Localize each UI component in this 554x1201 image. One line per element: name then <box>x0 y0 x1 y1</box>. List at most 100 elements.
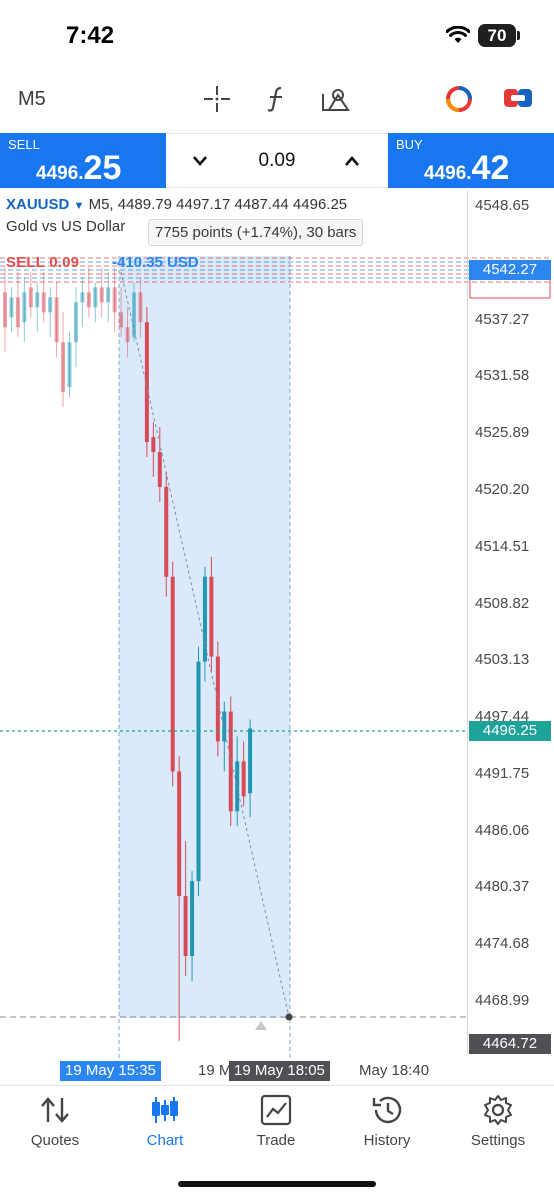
tab-quotes-label: Quotes <box>30 1132 80 1149</box>
tab-chart[interactable] <box>110 1094 220 1131</box>
candle-body <box>241 761 246 797</box>
candle-body <box>183 896 188 956</box>
sell-button[interactable]: SELL 4496.25 <box>0 133 166 188</box>
order-profit: -410.35 USD <box>112 254 199 271</box>
buy-price-major: 4496. <box>424 163 472 184</box>
ohlc-values: M5, 4489.79 4497.17 4487.44 4496.25 <box>88 196 348 213</box>
candle-body <box>209 576 214 657</box>
tab-quotes[interactable] <box>0 1094 110 1131</box>
battery-tip <box>517 31 520 40</box>
buy-label: BUY <box>396 137 423 152</box>
candle-body <box>164 486 169 577</box>
price-axis-tick: 4531.58 <box>475 367 530 385</box>
candle-body <box>138 292 143 323</box>
measure-tooltip: 7755 points (+1.74%), 30 bars <box>148 219 364 246</box>
price-axis-tick: 4514.51 <box>475 537 530 555</box>
battery-indicator: 70 <box>478 24 516 47</box>
crosshair-icon[interactable] <box>202 84 232 114</box>
price-axis-tick: 4537.27 <box>475 310 530 328</box>
sell-price-major: 4496. <box>36 163 84 184</box>
sell-price-minor: 25 <box>83 149 122 187</box>
home-indicator <box>178 1181 376 1187</box>
price-axis-tick: 4525.89 <box>475 424 530 442</box>
candle-body <box>28 287 33 308</box>
time-axis-label: 19 M <box>198 1062 232 1079</box>
candle-body <box>35 292 40 308</box>
candle-body <box>151 437 156 453</box>
candle-body <box>80 292 85 303</box>
status-time: 7:42 <box>66 22 115 49</box>
history-icon <box>372 1096 402 1124</box>
low-price-tag: 4464.72 <box>469 1034 551 1054</box>
candle-body <box>170 576 175 772</box>
candle-body <box>177 771 182 897</box>
time-axis-label: May 18:40 <box>359 1062 430 1079</box>
candle-body <box>48 297 53 313</box>
quotes-icon <box>41 1097 69 1123</box>
candle-body <box>196 661 201 882</box>
candle-body <box>86 292 91 308</box>
tab-chart-label: Chart <box>146 1132 184 1149</box>
symbol-description: Gold vs US Dollar <box>6 218 126 235</box>
price-axis-tick: 4480.37 <box>475 878 530 896</box>
chevron-up-icon[interactable] <box>344 154 360 168</box>
candle-body <box>73 302 78 343</box>
candle-body <box>157 452 162 487</box>
candle-body <box>41 292 46 313</box>
tab-history-label: History <box>363 1132 411 1149</box>
wifi-icon <box>446 26 470 43</box>
price-axis-tick: 4503.13 <box>475 651 530 669</box>
candle-body <box>106 287 111 303</box>
candle-body <box>215 656 220 742</box>
sell-price: 4496.25 <box>36 149 121 188</box>
measure-start-time: 19 May 15:35 <box>60 1061 161 1081</box>
candle-body <box>22 292 27 323</box>
timeframe-button[interactable]: M5 <box>18 88 46 111</box>
candle-body <box>235 761 240 812</box>
time-marker <box>255 1021 267 1030</box>
order-price-tag: 4542.27 <box>469 260 551 280</box>
price-chart[interactable] <box>0 190 554 1085</box>
measure-end-point <box>285 1013 293 1021</box>
candle-body <box>112 287 117 313</box>
candle-body <box>67 342 72 388</box>
price-axis-tick: 4474.68 <box>475 935 530 953</box>
buy-price: 4496.42 <box>424 149 509 188</box>
order-label[interactable]: SELL 0.09 <box>6 254 79 271</box>
candle-body <box>144 322 149 443</box>
buy-price-minor: 42 <box>471 149 510 187</box>
objects-icon[interactable] <box>320 84 352 114</box>
symbol-dropdown-icon[interactable]: ▼ <box>74 200 85 212</box>
candle-body <box>15 297 20 328</box>
candle-body <box>132 292 136 338</box>
tab-settings-label: Settings <box>470 1132 526 1149</box>
symbol-info: XAUUSD ▼ M5, 4489.79 4497.17 4487.44 449… <box>6 196 347 213</box>
candle-body <box>190 881 195 956</box>
price-axis-tick: 4520.20 <box>475 480 530 498</box>
signals-icon[interactable] <box>444 84 474 114</box>
tab-trade[interactable] <box>221 1094 331 1131</box>
candle-body <box>3 292 7 328</box>
gear-icon <box>484 1095 512 1125</box>
trade-icon <box>260 1094 292 1126</box>
symbol-name[interactable]: XAUUSD <box>6 196 69 213</box>
current-price-tag: 4496.25 <box>469 721 551 741</box>
candle-body <box>61 342 66 393</box>
chart-candles-icon <box>152 1097 178 1123</box>
price-axis-tick: 4548.65 <box>475 197 530 214</box>
tab-history[interactable] <box>332 1094 442 1131</box>
price-axis-tick: 4491.75 <box>475 764 530 782</box>
buy-button[interactable]: BUY 4496.42 <box>388 133 554 188</box>
price-axis-line <box>467 190 468 1055</box>
candle-body <box>9 297 14 318</box>
candle-body <box>93 287 98 308</box>
indicators-icon[interactable] <box>262 84 292 114</box>
lot-size-control: 0.09 <box>166 133 388 188</box>
tab-settings[interactable] <box>443 1094 553 1131</box>
candle-body <box>119 312 124 328</box>
price-axis-tick: 4508.82 <box>475 594 530 612</box>
candle-body <box>248 728 253 794</box>
one-click-trading-icon[interactable] <box>502 86 534 112</box>
price-axis-tick: 4486.06 <box>475 821 530 839</box>
tab-trade-label: Trade <box>256 1132 296 1149</box>
